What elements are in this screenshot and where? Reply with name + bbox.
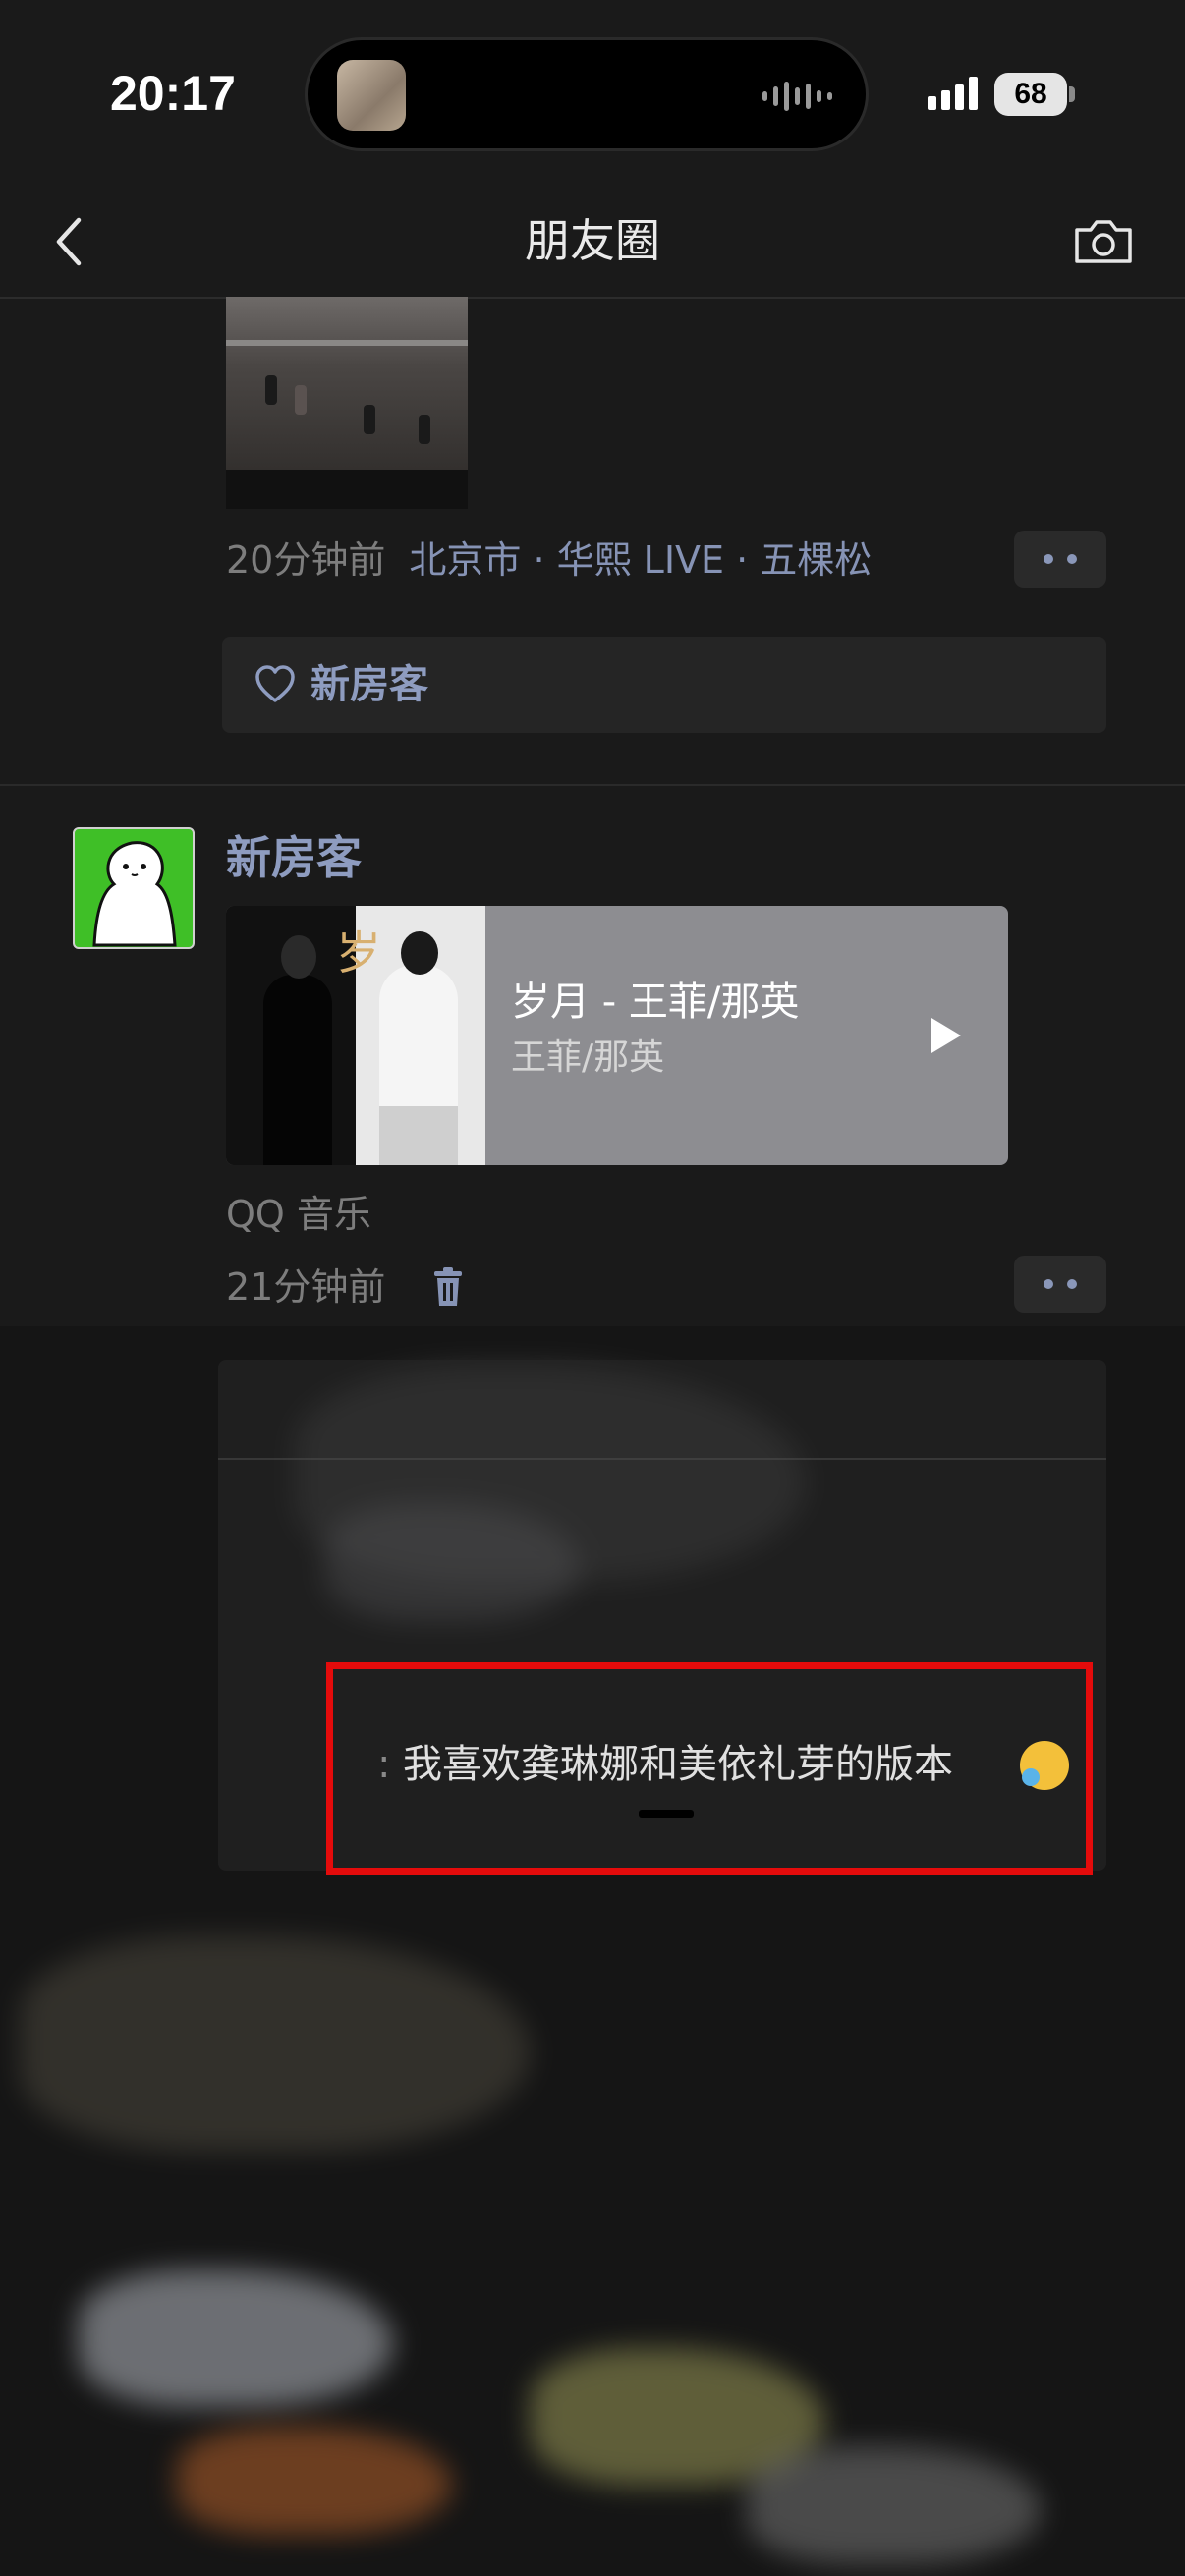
cover-detail (401, 931, 438, 975)
music-card[interactable]: 岁 岁月 - 王菲/那英 王菲/那英 (226, 906, 1008, 1165)
post-author[interactable]: 新房客 (226, 825, 362, 890)
comment-divider (218, 1458, 1106, 1460)
post-time: 21分钟前 (226, 1265, 386, 1309)
liker-name[interactable]: 新房客 (310, 654, 428, 715)
battery-level: 68 (994, 73, 1067, 116)
likes-box: 新房客 (222, 637, 1106, 733)
camera-icon (1075, 220, 1132, 263)
photo-detail (265, 375, 277, 405)
photo-detail (226, 340, 468, 346)
cover-detail (263, 975, 332, 1165)
highlight-box (326, 1662, 1093, 1875)
now-playing-thumbnail (337, 60, 406, 131)
cover-detail (379, 965, 458, 1165)
play-icon[interactable] (926, 1014, 965, 1057)
more-actions-button[interactable] (1014, 531, 1106, 588)
post-divider (0, 784, 1185, 786)
trash-icon[interactable] (428, 1265, 468, 1309)
ghost-avatar-icon (92, 841, 177, 947)
nav-bar: 朋友圈 (0, 187, 1185, 299)
camera-button[interactable] (1069, 206, 1138, 275)
photo-detail (177, 2427, 452, 2535)
more-actions-button[interactable] (1014, 1256, 1106, 1313)
heart-icon (255, 665, 295, 702)
status-time: 20:17 (110, 66, 236, 121)
concert-photo (226, 297, 468, 470)
battery-tip (1069, 86, 1075, 102)
post-photo[interactable] (226, 297, 468, 509)
music-artist: 王菲/那英 (511, 1037, 665, 1078)
cover-calligraphy: 岁 (336, 926, 381, 980)
music-title: 岁月 - 王菲/那英 (511, 980, 800, 1025)
post-time: 20分钟前 (226, 538, 386, 582)
photo-detail (79, 2269, 393, 2407)
status-bar: 20:17 68 (0, 0, 1185, 187)
photo-detail (295, 385, 307, 415)
cover-detail (281, 935, 316, 979)
photo-detail (364, 405, 375, 434)
photo-detail (20, 1935, 531, 2152)
cellular-signal-icon (928, 77, 978, 110)
audio-wave-icon (762, 80, 832, 113)
app-source[interactable]: QQ 音乐 (226, 1185, 371, 1244)
post-meta: 20分钟前 北京市 · 华熙 LIVE · 五棵松 (226, 531, 872, 589)
album-cover: 岁 (226, 906, 485, 1165)
dynamic-island[interactable] (305, 37, 869, 151)
photo-detail (747, 2446, 1042, 2564)
post-location[interactable]: 北京市 · 华熙 LIVE · 五棵松 (409, 538, 872, 582)
photo-detail (419, 415, 430, 444)
avatar[interactable] (73, 827, 195, 949)
page-title: 朋友圈 (525, 214, 660, 267)
